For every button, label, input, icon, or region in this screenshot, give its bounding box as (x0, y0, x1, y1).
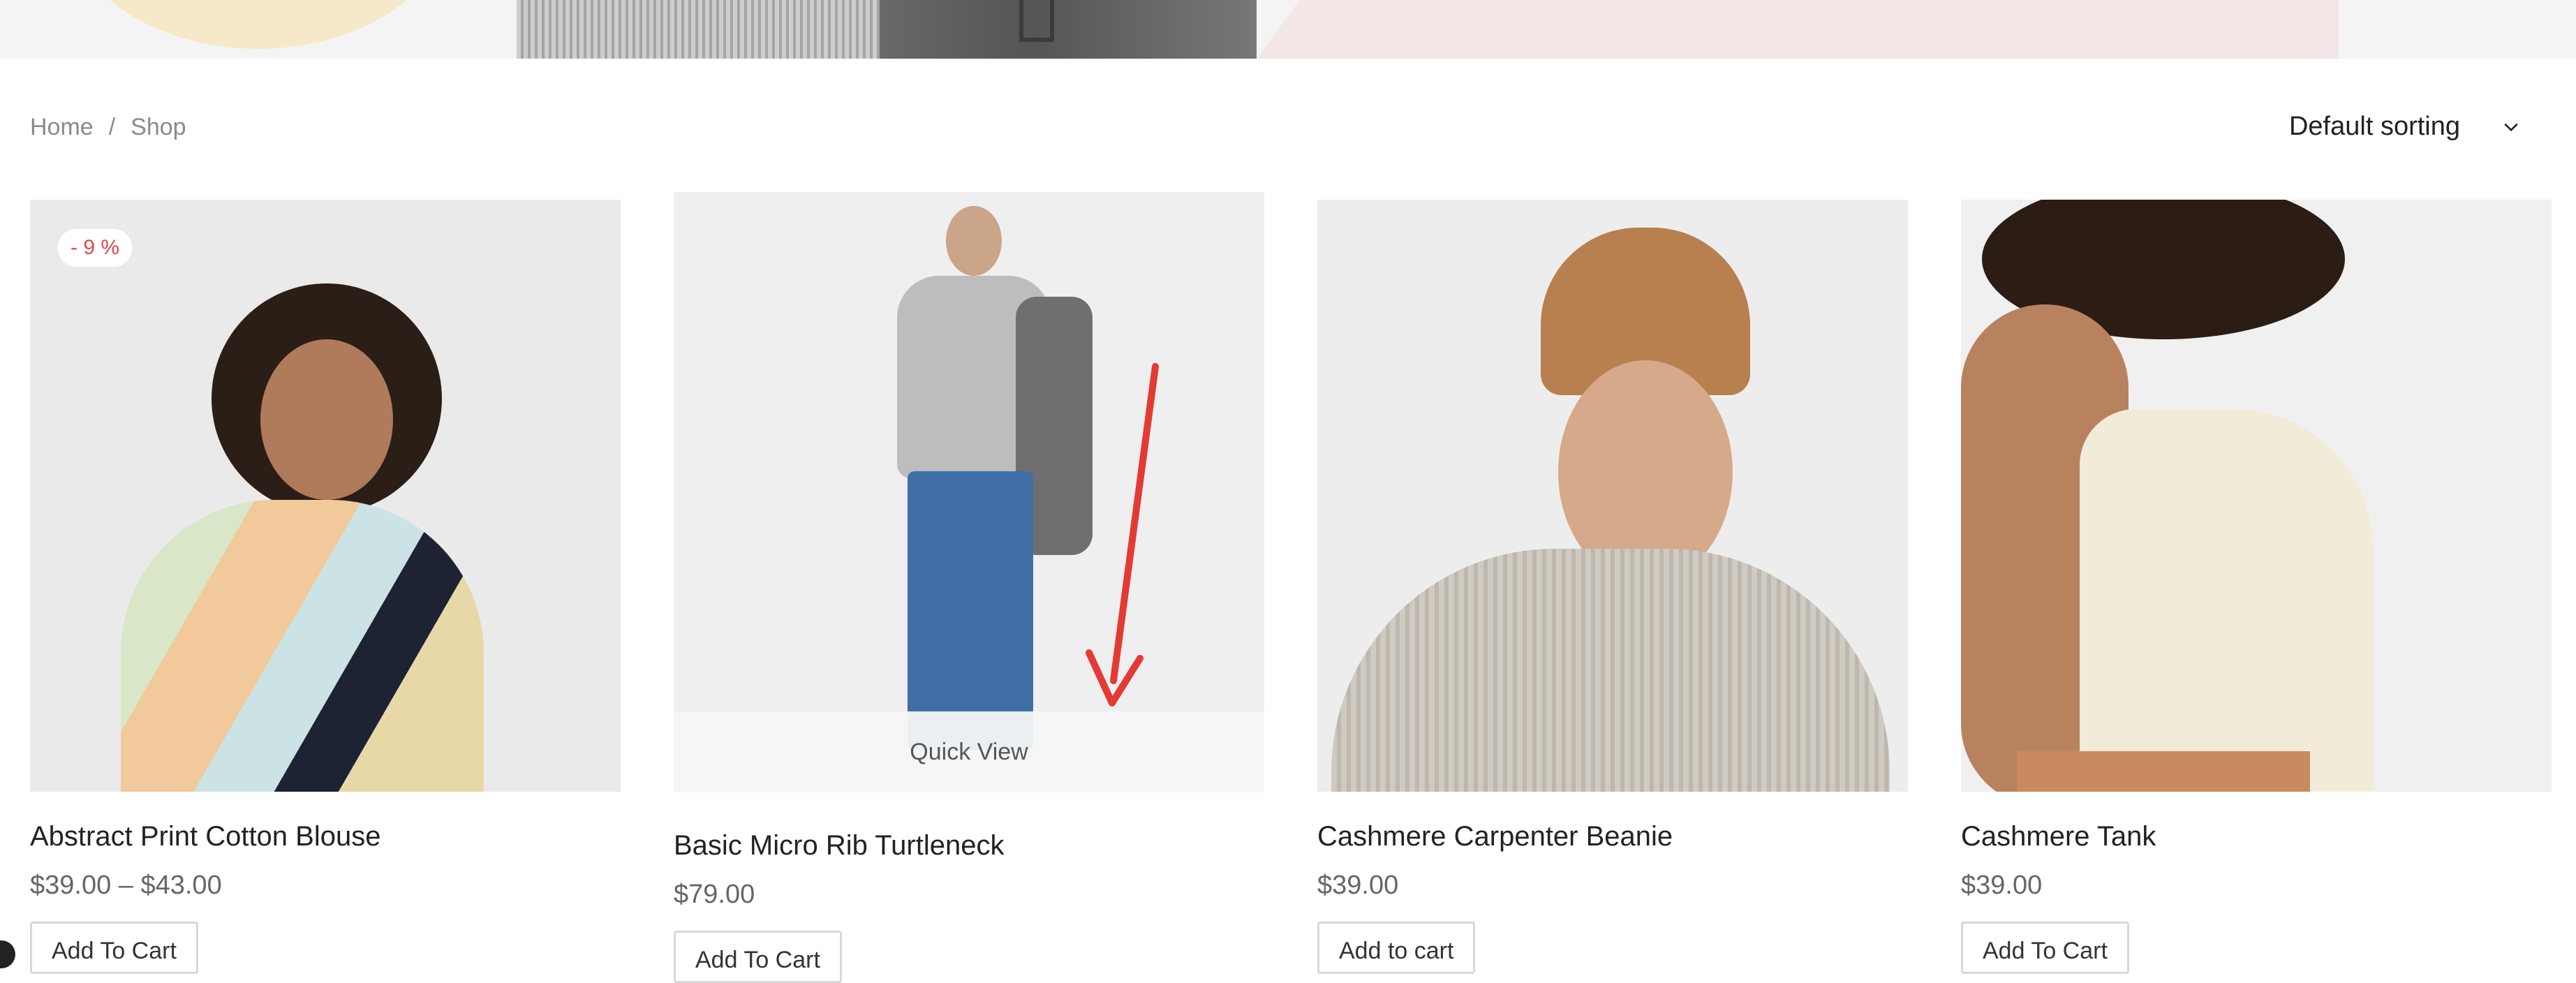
hero-banner (0, 0, 2576, 59)
product-title[interactable]: Abstract Print Cotton Blouse (30, 821, 621, 852)
add-to-cart-button[interactable]: Add to cart (1317, 922, 1476, 974)
product-card: Cashmere Carpenter Beanie $39.00 Add to … (1317, 200, 1908, 983)
product-price: $79.00 (674, 880, 755, 909)
product-title[interactable]: Cashmere Carpenter Beanie (1317, 821, 1908, 852)
product-title[interactable]: Basic Micro Rib Turtleneck (674, 830, 1264, 862)
figure-blouse (121, 500, 484, 792)
figure-head (946, 206, 1002, 276)
add-to-cart-button[interactable]: Add To Cart (30, 922, 198, 974)
sorting-select[interactable]: Default sorting (2289, 112, 2520, 142)
quick-view-button[interactable]: Quick View (674, 711, 1264, 792)
hero-decor-ring (63, 0, 454, 49)
add-to-cart-button[interactable]: Add To Cart (1961, 922, 2129, 974)
product-card: Quick View Basic Micro Rib Turtleneck $7… (674, 192, 1264, 983)
product-title[interactable]: Cashmere Tank (1961, 821, 2552, 852)
product-grid: - 9 % Abstract Print Cotton Blouse $39.0… (30, 192, 2552, 983)
annotation-arrow-icon (1086, 363, 1159, 707)
product-image[interactable]: - 9 % (30, 200, 621, 792)
figure-tank (2080, 409, 2373, 792)
product-image[interactable] (1961, 200, 2552, 792)
breadcrumb-home-link[interactable]: Home (30, 114, 94, 141)
figure-jeans (908, 471, 1033, 751)
product-image[interactable] (1317, 200, 1908, 792)
floating-widget-icon[interactable] (0, 940, 15, 968)
hero-decor-shape (1257, 0, 2339, 59)
product-price: $39.00 – $43.00 (30, 871, 222, 900)
figure-face (260, 339, 393, 500)
product-price: $39.00 (1317, 871, 1399, 900)
product-price: $39.00 (1961, 871, 2043, 900)
chevron-down-icon (2504, 123, 2518, 131)
hero-bag-strap (1019, 0, 1054, 42)
product-card: Cashmere Tank $39.00 Add To Cart (1961, 200, 2552, 983)
product-card: - 9 % Abstract Print Cotton Blouse $39.0… (30, 200, 621, 983)
sorting-selected-value: Default sorting (2288, 112, 2460, 141)
product-image[interactable]: Quick View (674, 192, 1264, 792)
add-to-cart-button[interactable]: Add To Cart (674, 931, 842, 983)
sale-badge: - 9 % (58, 229, 133, 267)
breadcrumb-separator: / (108, 114, 116, 140)
figure-pants (2017, 751, 2310, 792)
figure-sweater (1331, 549, 1890, 792)
breadcrumb-current: Shop (131, 114, 186, 140)
hero-bag-image (517, 0, 1257, 59)
breadcrumb: Home / Shop (30, 114, 186, 141)
